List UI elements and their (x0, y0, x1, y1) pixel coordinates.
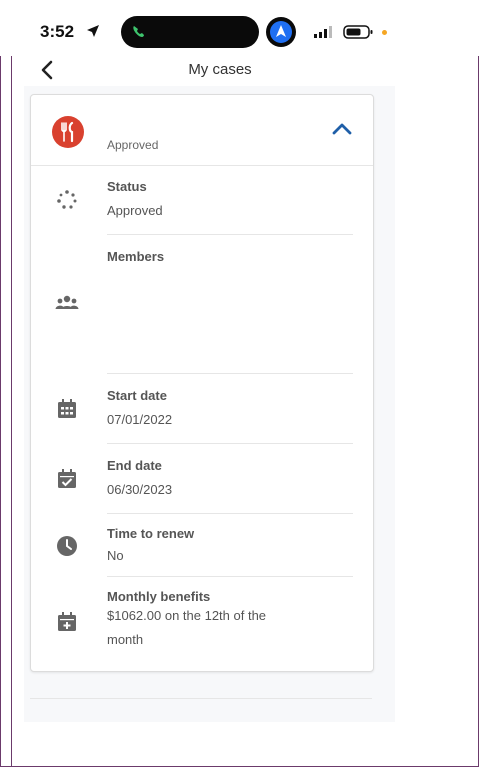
start-date-row: Start date 07/01/2022 (31, 374, 373, 444)
monthly-benefits-value: $1062.00 on the 12th of the month (107, 608, 267, 647)
food-benefit-icon (52, 116, 84, 148)
case-card: Approved Status Approved Members Start d… (30, 94, 374, 672)
navigation-indicator-icon (266, 17, 296, 47)
signal-icon (314, 26, 332, 38)
status-time: 3:52 (40, 22, 75, 41)
loading-dots-icon (57, 190, 77, 209)
group-icon (55, 295, 79, 309)
phone-call-icon (133, 26, 144, 37)
status-label: Status (107, 179, 147, 194)
start-date-label: Start date (107, 388, 167, 403)
members-label: Members (107, 249, 165, 264)
clock-icon (57, 536, 77, 556)
calendar-plus-icon (58, 612, 76, 631)
status-bar: 3:52 (0, 0, 479, 56)
location-arrow-icon (87, 25, 99, 37)
dynamic-island (121, 16, 259, 48)
end-date-row: End date 06/30/2023 (31, 444, 373, 514)
monthly-benefits-label: Monthly benefits (107, 589, 211, 604)
time-to-renew-value: No (107, 548, 124, 563)
calendar-check-icon (58, 469, 76, 488)
chevron-up-icon[interactable] (331, 122, 353, 136)
privacy-indicator-dot (382, 30, 387, 35)
case-status-text: Approved (107, 138, 159, 152)
start-date-value: 07/01/2022 (107, 412, 173, 427)
divider (30, 698, 372, 699)
case-card-header[interactable]: Approved (31, 95, 373, 166)
nav-bar: My cases (20, 56, 410, 86)
page-title: My cases (188, 61, 252, 78)
calendar-grid-icon (58, 399, 76, 418)
time-to-renew-label: Time to renew (107, 526, 195, 541)
time-to-renew-row: Time to renew No (31, 514, 373, 577)
monthly-benefits-row: Monthly benefits $1062.00 on the 12th of… (31, 577, 373, 671)
battery-icon (343, 25, 373, 39)
end-date-label: End date (107, 458, 162, 473)
members-row: Members (31, 235, 373, 374)
status-row: Status Approved (31, 165, 373, 235)
status-value: Approved (107, 203, 163, 218)
end-date-value: 06/30/2023 (107, 482, 173, 497)
